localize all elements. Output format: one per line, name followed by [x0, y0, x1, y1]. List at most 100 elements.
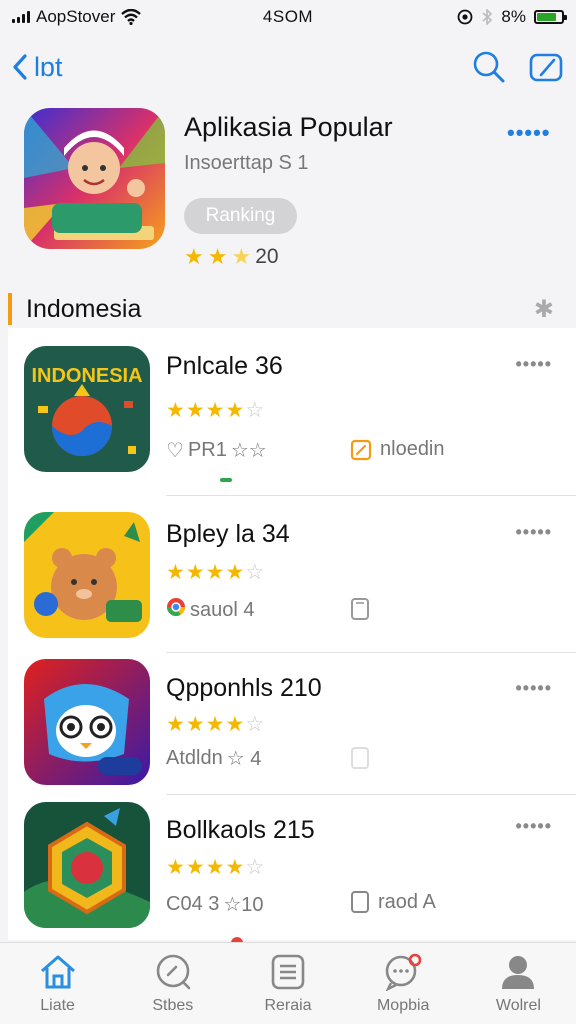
- app-title: Qpponhls 210: [166, 674, 322, 702]
- nav-actions: [472, 50, 564, 84]
- ranking-button[interactable]: Ranking: [184, 198, 297, 234]
- app-rating: ★ ★ ★ ★ ☆: [166, 855, 264, 880]
- app-side-info: nloedin: [350, 438, 445, 461]
- progress-indicator: [220, 478, 232, 482]
- app-meta: sauol 4: [166, 597, 255, 623]
- app-side-info: raod A: [350, 890, 436, 914]
- tab-search[interactable]: Stbes: [115, 943, 230, 1024]
- compose-icon: [529, 53, 563, 82]
- wifi-icon: [121, 9, 142, 25]
- featured-app[interactable]: Aplikasia Popular Insoerttap S 1 ••••• R…: [24, 108, 554, 273]
- tab-messages[interactable]: Mopbia: [346, 943, 461, 1024]
- tab-bar: Liate Stbes Reraia Mopbia Wolrel: [0, 942, 576, 1024]
- divider: [166, 794, 576, 795]
- document-icon: [351, 598, 369, 620]
- app-rating: ★ ★ ★ ★ ☆: [166, 398, 264, 423]
- star-icon: ★: [207, 244, 228, 269]
- star-icon: ★: [185, 399, 205, 422]
- status-bar: AopStover 4SOM 8%: [0, 0, 576, 34]
- app-icon: [24, 512, 150, 638]
- tab-label: Reraia: [264, 997, 312, 1014]
- tab-home[interactable]: Liate: [0, 943, 115, 1024]
- star-icon: ★: [184, 244, 204, 269]
- star-icon: ★: [205, 856, 225, 879]
- section-header: Indomesia ✱: [8, 292, 568, 326]
- star-icon: ★: [225, 713, 245, 736]
- list-icon: [271, 954, 305, 990]
- featured-app-title: Aplikasia Popular: [184, 112, 393, 142]
- app-meta: ♡ PR1 ☆☆: [166, 438, 267, 463]
- chat-search-icon: [385, 953, 422, 991]
- star-icon: ★: [166, 856, 185, 879]
- document-icon: [351, 747, 369, 769]
- star-icon: ★: [225, 856, 245, 879]
- back-button[interactable]: lɒt: [12, 52, 63, 83]
- more-button[interactable]: •••••: [515, 354, 552, 375]
- list-item[interactable]: Bollkaols 215 ★ ★ ★ ★ ☆ C04 3 ☆10 raod A •••…: [8, 796, 576, 940]
- app-meta-stars: ☆10: [223, 894, 264, 916]
- person-icon: [502, 956, 535, 989]
- star-icon: ★: [205, 713, 225, 736]
- app-rating: ★ ★ ★ ★ ☆: [166, 560, 264, 585]
- app-icon: [24, 659, 150, 785]
- document-icon: [351, 891, 369, 913]
- star-icon: ★: [225, 561, 245, 584]
- battery-icon: [534, 10, 567, 24]
- more-button[interactable]: •••••: [515, 816, 552, 837]
- list-item[interactable]: Qpponhls 210 ★ ★ ★ ★ ☆ Atdldn ☆ 4 •••••: [8, 654, 576, 812]
- app-side-text: raod A: [378, 890, 436, 913]
- more-button[interactable]: •••••: [515, 678, 552, 699]
- status-time: 4SOM: [262, 7, 314, 26]
- featured-more-button[interactable]: •••••: [507, 120, 551, 146]
- app-title: Bpley la 34: [166, 520, 290, 548]
- sparkle-icon[interactable]: ✱: [534, 295, 554, 324]
- star-icon: ★: [185, 713, 205, 736]
- app-meta-stars: ☆ 4: [226, 748, 262, 770]
- featured-app-icon: [24, 108, 165, 249]
- tab-label: Liate: [40, 997, 75, 1014]
- tab-label: Stbes: [152, 997, 194, 1014]
- tab-list[interactable]: Reraia: [230, 943, 345, 1024]
- back-label: lɒt: [34, 51, 63, 82]
- edit-icon: [350, 439, 372, 460]
- tab-profile[interactable]: Wolrel: [461, 943, 576, 1024]
- app-title: Pnlcale 36: [166, 352, 283, 380]
- list-item[interactable]: INDONESIA Pnlcale 36 ★ ★ ★ ★ ☆ ♡ PR1 ☆☆ nl: [8, 328, 576, 496]
- section-title: Indomesia: [26, 294, 142, 323]
- section-accent-bar: [8, 293, 12, 325]
- list-item[interactable]: Bpley la 34 ★ ★ ★ ★ ☆ sauol 4 •••••: [8, 496, 576, 654]
- nav-bar: lɒt: [0, 44, 576, 90]
- star-icon: ★: [166, 561, 185, 584]
- status-right: 8%: [354, 7, 567, 27]
- chrome-icon: [166, 597, 186, 623]
- app-list: INDONESIA Pnlcale 36 ★ ★ ★ ★ ☆ ♡ PR1 ☆☆ nl: [8, 328, 576, 940]
- featured-rating-count: 20: [255, 245, 279, 268]
- star-icon: ★: [205, 561, 225, 584]
- app-icon-text: INDONESIA: [31, 365, 142, 387]
- featured-app-subtitle: Insoerttap S 1: [184, 152, 309, 174]
- search-icon: [473, 51, 505, 83]
- star-empty-icon: ☆: [245, 561, 265, 584]
- featured-rating: ★ ★ ★ 20: [184, 244, 279, 270]
- star-empty-icon: ☆: [245, 713, 265, 736]
- chevron-left-icon: [13, 54, 27, 80]
- star-empty-icon: ☆: [245, 856, 265, 879]
- app-side-info: [350, 597, 370, 621]
- star-icon: ★: [166, 399, 185, 422]
- bluetooth-icon: [482, 9, 493, 25]
- tab-label: Wolrel: [495, 997, 541, 1014]
- app-icon: [24, 802, 150, 928]
- status-left: AopStover: [12, 7, 222, 27]
- star-half-icon: ★: [231, 244, 252, 269]
- compose-button[interactable]: [528, 51, 564, 83]
- app-title: Bollkaols 215: [166, 816, 315, 844]
- app-meta-text: Atdldn: [166, 747, 223, 769]
- signal-icon: [12, 11, 30, 23]
- app-icon: INDONESIA: [24, 346, 150, 472]
- app-rating: ★ ★ ★ ★ ☆: [166, 712, 264, 737]
- search-button[interactable]: [472, 50, 506, 84]
- star-icon: ★: [185, 856, 205, 879]
- tab-label: Mopbia: [376, 997, 430, 1014]
- home-icon: [40, 955, 75, 989]
- more-button[interactable]: •••••: [515, 522, 552, 543]
